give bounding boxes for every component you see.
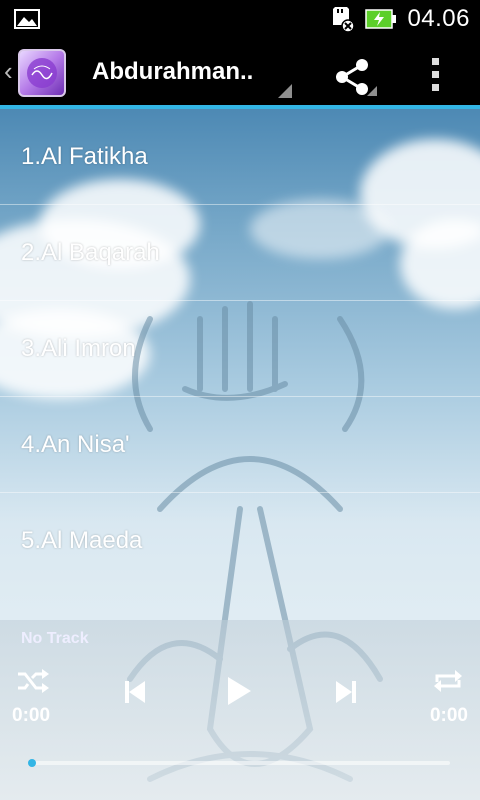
track-title: 5.Al Maeda [21, 527, 143, 554]
play-icon[interactable] [226, 676, 252, 706]
track-title: 1.Al Fatikha [21, 142, 148, 170]
shuffle-icon[interactable] [16, 668, 50, 694]
share-dropdown-icon[interactable] [367, 86, 377, 96]
battery-charging-icon [365, 9, 397, 29]
repeat-icon[interactable] [432, 668, 464, 694]
skip-previous-icon[interactable] [124, 680, 146, 704]
total-time: 0:00 [429, 705, 468, 726]
image-icon [14, 9, 40, 29]
now-playing-label: No Track [21, 630, 89, 647]
list-item[interactable]: 4.An Nisa' [0, 397, 480, 493]
clock: 04.06 [407, 5, 470, 32]
list-item[interactable]: 2.Al Baqarah [0, 205, 480, 301]
page-title[interactable]: Abdurahman.. [92, 58, 253, 86]
overflow-menu-icon[interactable] [426, 55, 446, 95]
up-navigation-icon[interactable]: ‹ [4, 56, 13, 87]
seek-thumb[interactable] [28, 759, 36, 767]
elapsed-time: 0:00 [12, 705, 51, 726]
seek-bar[interactable] [30, 761, 450, 765]
title-dropdown-icon[interactable] [278, 84, 292, 98]
share-icon[interactable] [332, 57, 372, 97]
list-item[interactable]: 5.Al Maeda [0, 493, 480, 589]
track-title: 4.An Nisa' [21, 430, 130, 458]
status-bar: 04.06 [0, 0, 480, 38]
skip-next-icon[interactable] [335, 680, 357, 704]
list-item[interactable]: 1.Al Fatikha [0, 109, 480, 205]
list-item[interactable]: 3.Ali Imron [0, 301, 480, 397]
track-title: 3.Ali Imron [21, 334, 136, 362]
track-list: 1.Al Fatikha 2.Al Baqarah 3.Ali Imron 4.… [0, 109, 480, 589]
calligraphy-logo-icon [27, 58, 57, 88]
sd-card-removed-icon [333, 7, 356, 33]
app-logo[interactable] [18, 49, 66, 97]
track-title: 2.Al Baqarah [21, 238, 160, 266]
